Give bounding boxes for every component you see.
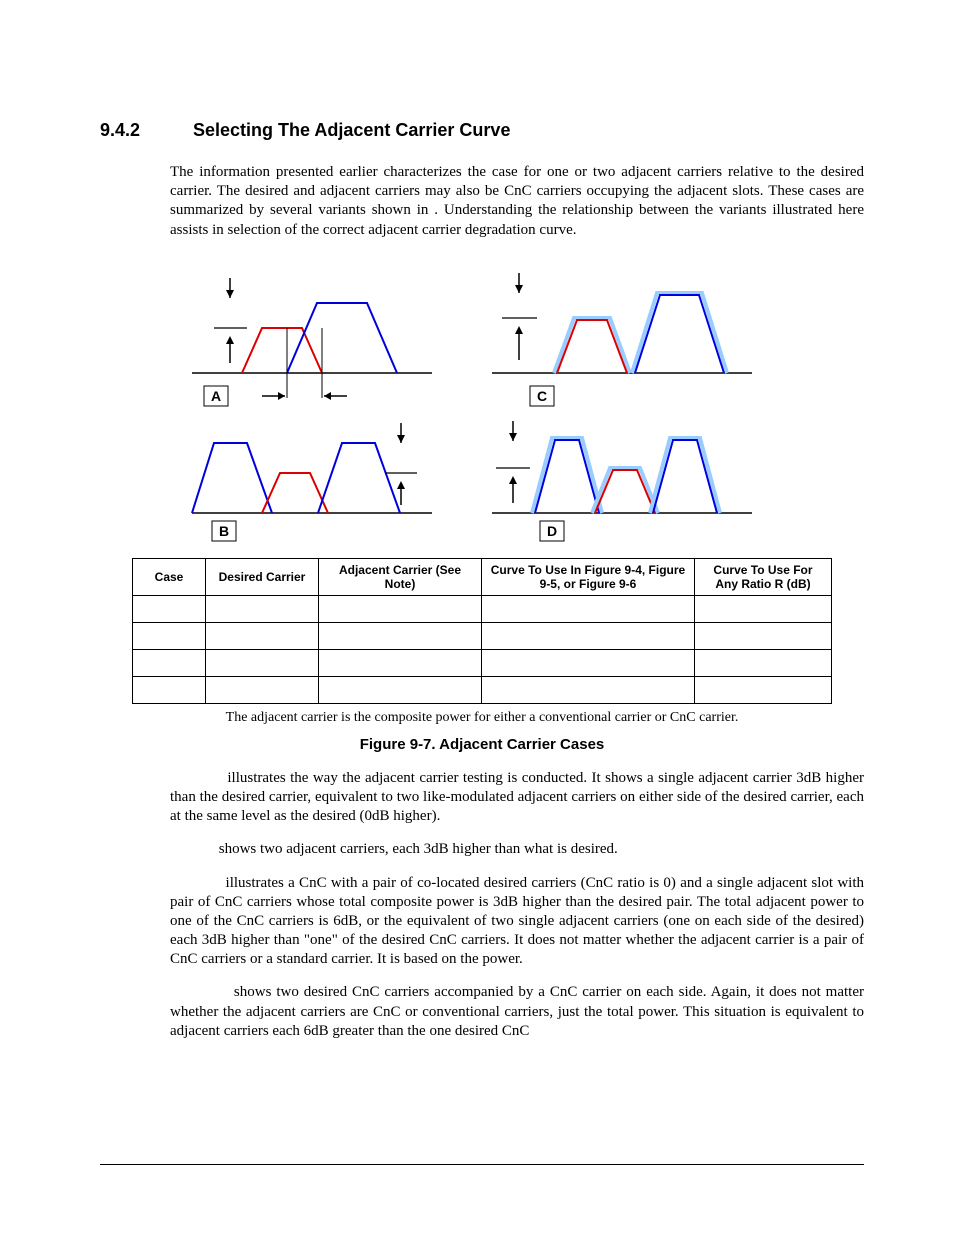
para-case-A: illustrates the way the adjacent carrier… <box>170 769 864 827</box>
table-row <box>133 649 832 676</box>
table-row <box>133 622 832 649</box>
section-title: Selecting The Adjacent Carrier Curve <box>193 120 510 140</box>
para-case-C: illustrates a CnC with a pair of co-loca… <box>170 874 864 970</box>
diagram-label-D: D <box>547 523 557 539</box>
figure-caption: Figure 9-7. Adjacent Carrier Cases <box>132 736 832 753</box>
page: 9.4.2 Selecting The Adjacent Carrier Cur… <box>0 0 954 1235</box>
case-table: Case Desired Carrier Adjacent Carrier (S… <box>132 558 832 704</box>
para-case-B: shows two adjacent carriers, each 3dB hi… <box>170 840 864 859</box>
footer-rule <box>100 1164 864 1165</box>
col-curve-ratio: Curve To Use For Any Ratio R (dB) <box>695 558 832 595</box>
figure-area: A B <box>132 258 832 753</box>
table-row <box>133 595 832 622</box>
col-desired: Desired Carrier <box>206 558 319 595</box>
col-curve-fig: Curve To Use In Figure 9-4, Figure 9-5, … <box>482 558 695 595</box>
diagram-label-B: B <box>219 523 229 539</box>
table-row <box>133 676 832 703</box>
section-heading: 9.4.2 Selecting The Adjacent Carrier Cur… <box>100 120 864 141</box>
adjacent-carrier-diagram: A B <box>162 258 802 558</box>
para-case-D: shows two desired CnC carriers accompani… <box>170 983 864 1041</box>
intro-paragraph: The information presented earlier charac… <box>170 163 864 240</box>
intro-block: The information presented earlier charac… <box>170 163 864 240</box>
diagram-label-A: A <box>211 388 221 404</box>
section-number: 9.4.2 <box>100 120 188 141</box>
table-note: The adjacent carrier is the composite po… <box>132 710 832 726</box>
case-descriptions: illustrates the way the adjacent carrier… <box>170 769 864 1041</box>
diagram-label-C: C <box>537 388 547 404</box>
col-adjacent: Adjacent Carrier (See Note) <box>319 558 482 595</box>
col-case: Case <box>133 558 206 595</box>
